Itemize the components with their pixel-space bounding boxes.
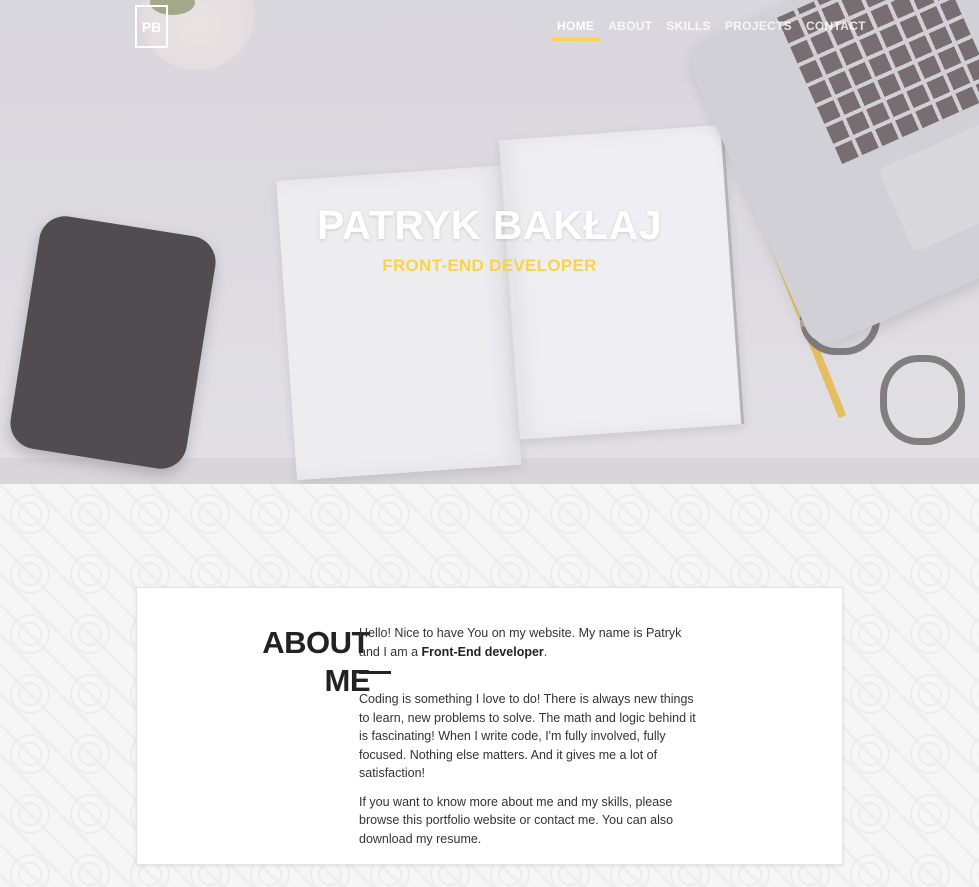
about-divider: [359, 671, 391, 674]
about-heading-line1: ABOUT: [262, 625, 370, 660]
about-intro-after: .: [543, 644, 548, 659]
about-paragraph-2: Coding is something I love to do! There …: [359, 692, 696, 780]
nav-item-projects[interactable]: PROJECTS: [718, 17, 799, 41]
main-nav: HOME ABOUT SKILLS PROJECTS CONTACT: [550, 17, 873, 41]
nav-item-home[interactable]: HOME: [550, 17, 601, 41]
hero-title: PATRYK BAKŁAJ: [316, 202, 663, 248]
about-text: Hello! Nice to have You on my website. M…: [359, 624, 699, 858]
about-paragraph-3: If you want to know more about me and my…: [359, 794, 674, 846]
nav-item-contact[interactable]: CONTACT: [799, 17, 873, 41]
logo[interactable]: PB: [135, 5, 168, 48]
about-intro-role: Front-End developer: [421, 644, 544, 659]
about-intro: Hello! Nice to have You on my website. M…: [359, 624, 699, 661]
nav-item-skills[interactable]: SKILLS: [659, 17, 717, 41]
nav-item-about[interactable]: ABOUT: [601, 17, 659, 41]
about-heading: ABOUT ME: [227, 624, 370, 700]
hero-subtitle: FRONT-END DEVELOPER: [382, 256, 597, 275]
about-card: ABOUT ME Hello! Nice to have You on my w…: [136, 587, 843, 865]
